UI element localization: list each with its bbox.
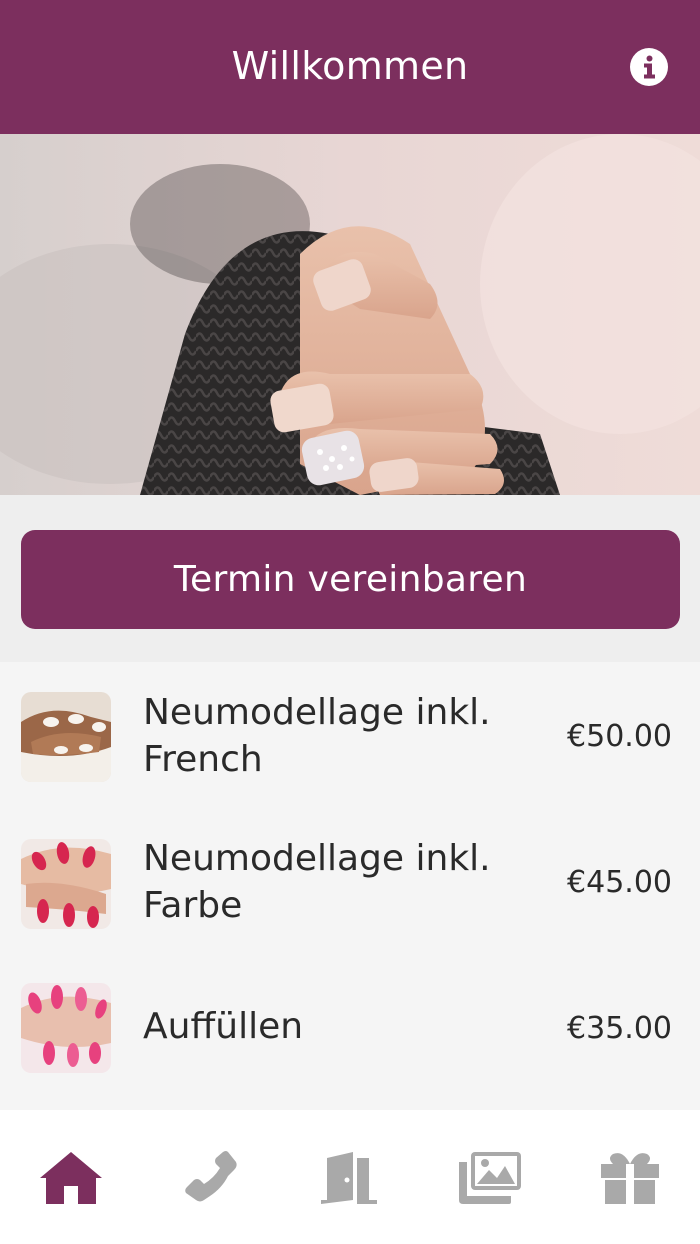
service-name: Auffüllen xyxy=(143,1006,304,1047)
service-name: Neumodellage inkl. French xyxy=(143,692,491,780)
tab-door[interactable] xyxy=(315,1148,385,1208)
gallery-icon xyxy=(459,1152,521,1204)
service-price: €35.00 xyxy=(567,1011,672,1046)
door-icon xyxy=(321,1152,377,1204)
home-icon xyxy=(40,1152,102,1204)
gift-icon xyxy=(601,1153,659,1204)
cta-section: Termin vereinbaren xyxy=(0,495,700,662)
list-item[interactable]: Neumodellage inkl. Farbe €45.00 xyxy=(0,808,700,954)
list-item[interactable]: Neumodellage inkl. French €50.00 xyxy=(0,662,700,808)
info-icon[interactable] xyxy=(629,47,669,87)
service-name: Neumodellage inkl. Farbe xyxy=(143,838,491,926)
phone-icon xyxy=(185,1151,237,1202)
hero-image xyxy=(0,134,700,495)
list-item[interactable]: Auffüllen €35.00 xyxy=(0,954,700,1100)
service-price: €50.00 xyxy=(567,719,672,754)
page-title: Willkommen xyxy=(231,44,469,88)
tab-home[interactable] xyxy=(36,1148,106,1208)
tab-phone[interactable] xyxy=(176,1148,246,1208)
red-nails-thumbnail xyxy=(21,839,111,929)
tab-gallery[interactable] xyxy=(455,1148,525,1208)
french-nails-thumbnail xyxy=(21,692,111,782)
app-header: Willkommen xyxy=(0,0,700,134)
tab-gift[interactable] xyxy=(595,1148,665,1208)
pink-nails-thumbnail xyxy=(21,983,111,1073)
service-list: Neumodellage inkl. French €50.00 Neumode… xyxy=(0,662,700,1110)
book-appointment-button[interactable]: Termin vereinbaren xyxy=(21,530,680,629)
service-price: €45.00 xyxy=(567,865,672,900)
bottom-tab-bar xyxy=(0,1110,700,1244)
